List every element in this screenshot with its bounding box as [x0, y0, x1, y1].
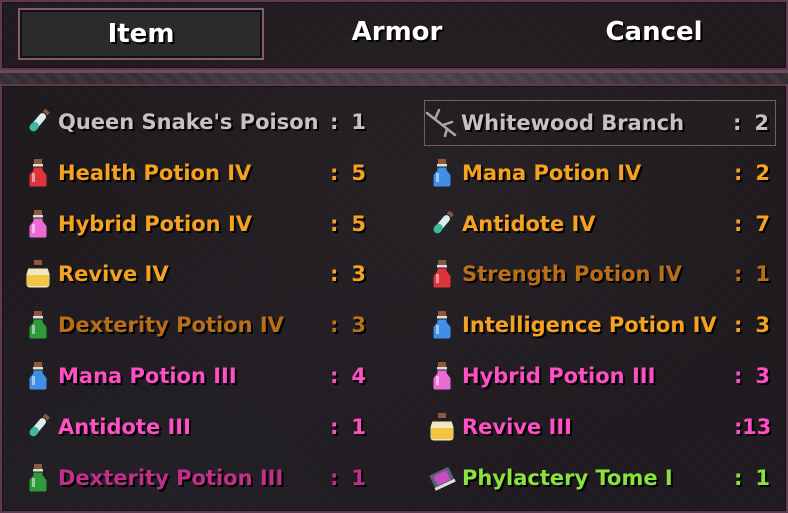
- item-name: Whitewood Branch: [461, 111, 685, 135]
- item-quantity: 1: [351, 465, 366, 490]
- tab-cancel[interactable]: Cancel: [556, 8, 752, 56]
- tab-armor[interactable]: Armor: [300, 8, 494, 56]
- item-quantity: 13: [742, 414, 772, 439]
- red-potion-icon: [22, 157, 54, 189]
- blue-potion-icon: [426, 157, 458, 189]
- item-name: Antidote IV: [462, 211, 596, 236]
- item-row[interactable]: Revive III:13: [426, 405, 776, 449]
- item-name: Queen Snake's Poison: [58, 110, 319, 134]
- item-quantity: 7: [755, 211, 770, 236]
- item-row[interactable]: Revive IV:3: [22, 252, 372, 296]
- item-quantity: 4: [351, 364, 366, 388]
- item-name: Mana Potion III: [58, 364, 237, 388]
- branch-icon: [425, 107, 457, 139]
- item-name: Antidote III: [58, 414, 191, 439]
- item-row[interactable]: Antidote IV:7: [426, 202, 776, 246]
- item-row[interactable]: Queen Snake's Poison:1: [22, 100, 372, 144]
- item-name: Dexterity Potion III: [58, 465, 284, 490]
- vial-icon: [22, 411, 54, 443]
- item-quantity: 1: [755, 262, 770, 287]
- item-row[interactable]: Phylactery Tome I:1: [426, 456, 776, 500]
- vial-icon: [22, 106, 54, 138]
- pink-potion-icon: [426, 360, 458, 392]
- blue-potion-icon: [426, 309, 458, 341]
- item-name: Health Potion IV: [58, 160, 252, 185]
- item-name: Mana Potion IV: [462, 160, 642, 185]
- item-quantity: 2: [754, 111, 769, 135]
- item-row[interactable]: Mana Potion III:4: [22, 354, 372, 398]
- item-name: Hybrid Potion III: [462, 364, 656, 388]
- item-quantity: 3: [351, 262, 366, 287]
- item-name: Revive III: [462, 414, 572, 439]
- revive-icon: [426, 411, 458, 443]
- item-row[interactable]: Intelligence Potion IV:3: [426, 303, 776, 347]
- item-name: Dexterity Potion IV: [58, 313, 284, 338]
- item-name: Phylactery Tome I: [462, 465, 673, 490]
- item-row[interactable]: Mana Potion IV:2: [426, 151, 776, 195]
- item-quantity: 5: [351, 211, 366, 236]
- item-quantity: 5: [351, 160, 366, 185]
- item-name: Hybrid Potion IV: [58, 211, 253, 236]
- item-row[interactable]: Hybrid Potion IV:5: [22, 202, 372, 246]
- item-name: Revive IV: [58, 262, 169, 287]
- green-potion-icon: [22, 462, 54, 494]
- vial-icon: [426, 208, 458, 240]
- revive-icon: [22, 258, 54, 290]
- item-row[interactable]: Dexterity Potion III:1: [22, 456, 372, 500]
- item-quantity: 1: [755, 465, 770, 490]
- item-row[interactable]: Strength Potion IV:1: [426, 252, 776, 296]
- item-row[interactable]: Dexterity Potion IV:3: [22, 303, 372, 347]
- item-row[interactable]: Whitewood Branch:2: [424, 100, 776, 146]
- item-name: Strength Potion IV: [462, 262, 682, 287]
- item-quantity: 3: [755, 313, 770, 338]
- item-row[interactable]: Antidote III:1: [22, 405, 372, 449]
- tome-icon: [426, 462, 458, 494]
- pink-potion-icon: [22, 208, 54, 240]
- item-quantity: 1: [351, 414, 366, 439]
- blue-potion-icon: [22, 360, 54, 392]
- item-quantity: 2: [755, 160, 770, 185]
- item-row[interactable]: Hybrid Potion III:3: [426, 354, 776, 398]
- divider: [0, 70, 788, 73]
- item-quantity: 1: [351, 110, 366, 134]
- item-quantity: 3: [755, 364, 770, 388]
- item-name: Intelligence Potion IV: [462, 313, 717, 338]
- item-quantity: 3: [351, 313, 366, 338]
- tab-item[interactable]: Item: [18, 8, 264, 60]
- green-potion-icon: [22, 309, 54, 341]
- item-row[interactable]: Health Potion IV:5: [22, 151, 372, 195]
- red-potion-icon: [426, 258, 458, 290]
